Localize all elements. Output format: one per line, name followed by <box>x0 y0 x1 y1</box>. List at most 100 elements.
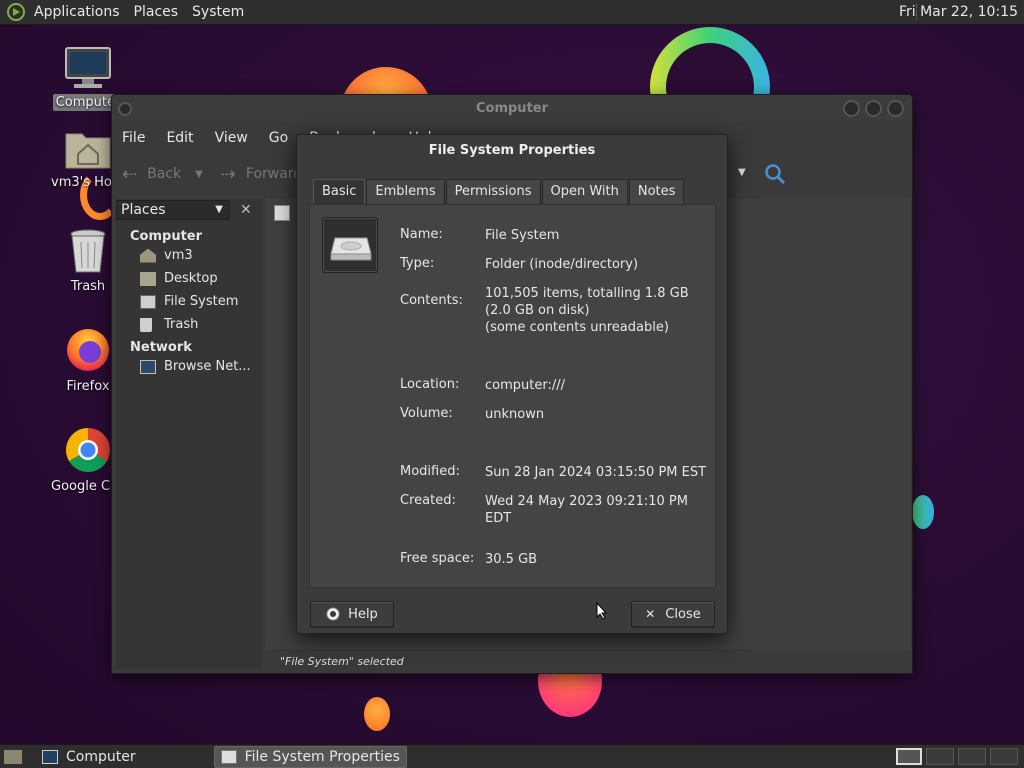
close-window-button[interactable] <box>887 100 904 117</box>
sidebar-section-network: Network <box>130 340 192 355</box>
taskbar-item-label: File System Properties <box>244 748 400 765</box>
type-label: Type: <box>400 256 435 271</box>
menu-go[interactable]: Go <box>269 130 288 146</box>
forward-button[interactable]: ⇢ Forward <box>221 164 302 185</box>
drive-icon[interactable] <box>322 217 378 273</box>
menu-edit[interactable]: Edit <box>166 130 193 146</box>
wallpaper-blob <box>912 495 934 529</box>
minimize-button[interactable] <box>843 100 860 117</box>
location-value: computer:/// <box>485 378 565 393</box>
sidebar-header: Places ▼ ✕ <box>116 199 262 221</box>
forward-arrow-icon: ⇢ <box>220 163 236 185</box>
applications-menu[interactable]: Applications <box>34 4 120 20</box>
trash-icon <box>70 229 106 273</box>
tab-emblems[interactable]: Emblems <box>366 179 445 205</box>
close-icon: ✕ <box>645 607 656 621</box>
volume-label: Volume: <box>400 406 453 421</box>
home-folder-icon <box>65 133 111 169</box>
dialog-tabs: Basic Emblems Permissions Open With Note… <box>313 179 685 205</box>
sidebar-item-trash[interactable]: Trash <box>116 313 262 336</box>
chevron-down-icon: ▼ <box>215 204 223 215</box>
chrome-icon <box>66 428 110 472</box>
menu-view[interactable]: View <box>215 130 248 146</box>
back-label: Back <box>147 166 182 182</box>
edit-location-icon[interactable] <box>274 205 290 221</box>
created-value: Wed 24 May 2023 09:21:10 PM EDT <box>485 494 688 526</box>
network-icon <box>140 359 156 374</box>
sidebar-section-computer: Computer <box>130 229 203 244</box>
system-menu[interactable]: System <box>192 4 244 20</box>
search-icon[interactable] <box>764 163 786 185</box>
computer-icon <box>65 47 111 88</box>
basic-tab-panel: Name: File System Type: Folder (inode/di… <box>309 204 716 588</box>
computer-icon <box>42 749 58 764</box>
status-bar: "File System" selected <box>280 655 404 668</box>
contents-line2: (2.0 GB on disk) <box>485 303 590 318</box>
help-icon <box>326 607 340 621</box>
name-label: Name: <box>400 227 443 242</box>
close-button[interactable]: ✕ Close <box>631 601 715 627</box>
sidebar-item-label: vm3 <box>164 248 193 263</box>
taskbar-item-label: Computer <box>66 748 136 765</box>
sidebar-item-label: File System <box>164 294 239 309</box>
window-titlebar[interactable]: Computer <box>112 95 912 123</box>
mouse-cursor-icon <box>596 602 608 620</box>
chevron-down-icon[interactable]: ▼ <box>738 167 746 178</box>
back-arrow-icon: ⇠ <box>122 163 138 185</box>
volume-value: unknown <box>485 407 545 422</box>
taskbar-item-computer[interactable]: Computer <box>36 746 212 768</box>
contents-label: Contents: <box>400 293 463 308</box>
menu-file[interactable]: File <box>122 130 145 146</box>
dialog-title[interactable]: File System Properties <box>297 135 727 167</box>
type-value: Folder (inode/directory) <box>485 257 639 272</box>
desktop-icon-label: Firefox <box>66 379 110 394</box>
modified-label: Modified: <box>400 464 460 479</box>
maximize-button[interactable] <box>865 100 882 117</box>
tab-open-with[interactable]: Open With <box>541 179 628 205</box>
free-space-value: 30.5 GB <box>485 552 538 567</box>
chevron-down-icon: ▼ <box>195 168 203 180</box>
wallpaper-blob <box>364 697 390 731</box>
home-icon <box>140 248 156 263</box>
top-panel: Applications Places System Fri Mar 22, 1… <box>0 0 1024 25</box>
bottom-panel: Computer File System Properties <box>0 744 1024 768</box>
tab-permissions[interactable]: Permissions <box>445 179 541 205</box>
taskbar-item-file-system-properties[interactable]: File System Properties <box>213 745 407 768</box>
back-button[interactable]: ⇠ Back ▼ <box>122 164 203 185</box>
tab-basic[interactable]: Basic <box>313 179 366 205</box>
sidebar-item-browse-network[interactable]: Browse Net... <box>116 355 262 378</box>
desktop-folder-icon <box>140 271 156 286</box>
help-button-label: Help <box>348 606 378 622</box>
clock[interactable]: Fri Mar 22, 10:15 <box>899 4 1018 20</box>
name-value[interactable]: File System <box>485 227 559 244</box>
tab-notes[interactable]: Notes <box>628 179 685 205</box>
window-menu-button[interactable] <box>118 102 132 116</box>
location-label: Location: <box>400 377 460 392</box>
places-combo-label: Places <box>121 202 166 218</box>
drive-icon <box>220 749 237 764</box>
contents-line1: 101,505 items, totalling 1.8 GB <box>485 286 689 301</box>
help-button[interactable]: Help <box>310 601 394 627</box>
workspace-switcher[interactable] <box>990 748 1018 765</box>
distro-logo-icon[interactable] <box>6 2 26 22</box>
show-desktop-icon[interactable] <box>4 749 22 764</box>
places-menu[interactable]: Places <box>134 4 179 20</box>
close-sidebar-icon[interactable]: ✕ <box>240 202 252 218</box>
close-button-label: Close <box>665 606 701 622</box>
sidebar-item-vm3[interactable]: vm3 <box>116 244 262 267</box>
sidebar-item-label: Trash <box>164 317 199 332</box>
sidebar-item-file-system[interactable]: File System <box>116 290 262 313</box>
workspace-switcher[interactable] <box>926 748 954 765</box>
drive-icon <box>140 294 156 309</box>
workspace-switcher[interactable] <box>896 748 922 765</box>
modified-value: Sun 28 Jan 2024 03:15:50 PM EST <box>485 465 707 480</box>
trash-icon <box>140 317 152 332</box>
places-combo[interactable]: Places ▼ <box>116 200 230 220</box>
sidebar-item-desktop[interactable]: Desktop <box>116 267 262 290</box>
window-title: Computer <box>475 101 549 116</box>
contents-line3: (some contents unreadable) <box>485 320 669 335</box>
sidebar-item-label: Browse Net... <box>164 359 251 374</box>
sidebar: Places ▼ ✕ Computer vm3 Desktop File Sys… <box>116 199 262 669</box>
properties-dialog: File System Properties Basic Emblems Per… <box>296 134 728 634</box>
workspace-switcher[interactable] <box>958 748 986 765</box>
